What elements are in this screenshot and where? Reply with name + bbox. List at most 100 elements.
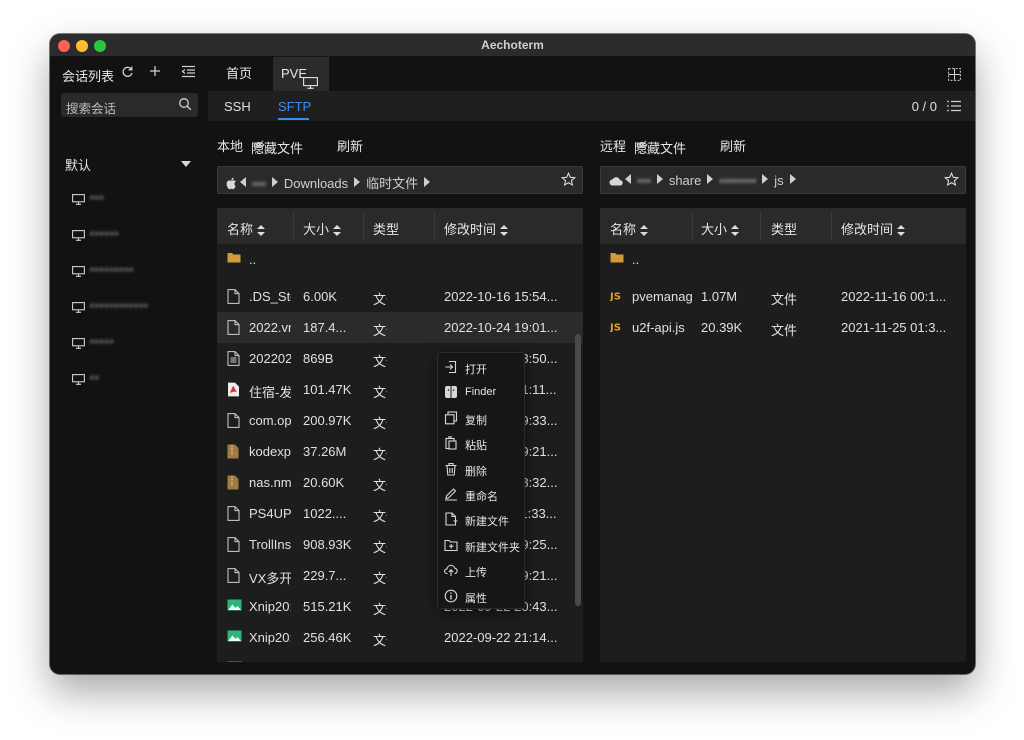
minimize-window-button[interactable] <box>76 40 88 52</box>
session-item[interactable]: ▪▪ <box>50 365 208 395</box>
column-modified-header[interactable]: 修改时间 <box>841 219 906 238</box>
session-item[interactable]: ▪▪▪▪▪▪▪▪▪▪▪▪ <box>50 293 208 323</box>
session-item[interactable]: ▪▪▪ <box>50 185 208 215</box>
context-menu-item[interactable]: 复制 <box>438 406 524 431</box>
trash-icon <box>444 462 458 479</box>
column-modified-header[interactable]: 修改时间 <box>444 219 509 238</box>
bookmark-star-icon[interactable] <box>943 171 960 190</box>
file-row[interactable]: .DS_Store 6.00K 文件 2022-10-16 15:54... <box>217 281 583 312</box>
cell-name: Xnip20: <box>249 599 291 614</box>
remote-path-bar[interactable]: ▪▪▪ share ▪▪▪▪▪▪▪▪ js <box>600 166 966 194</box>
local-table-header: 名称 大小 类型 修改时间 <box>217 208 583 244</box>
path-segment[interactable]: share <box>669 173 702 188</box>
tab-sftp[interactable]: SFTP <box>278 99 311 114</box>
tab-ssh[interactable]: SSH <box>224 99 251 114</box>
blurred-path-segment[interactable]: ▪▪▪ <box>252 176 266 191</box>
cell-size: 101.47K <box>303 382 352 397</box>
text-file-icon <box>227 351 240 369</box>
cell-type: 文件 <box>373 354 387 369</box>
context-menu-item[interactable]: 打开 <box>438 355 524 380</box>
sort-icon <box>731 225 740 237</box>
path-segment[interactable]: Downloads <box>284 176 348 191</box>
column-name-header[interactable]: 名称 <box>227 219 266 238</box>
column-type-header[interactable]: 类型 <box>771 219 797 238</box>
cell-size: 229.7... <box>303 568 347 583</box>
file-row[interactable]: Xnip20: 256.46K 文件 2022-09-22 21:14... <box>217 622 583 653</box>
column-type-header[interactable]: 类型 <box>373 219 399 238</box>
context-menu-item[interactable]: 属性 <box>438 584 524 609</box>
file-row[interactable]: kodexpl37.26M文件2022-09-26 19:21... <box>217 436 583 467</box>
context-menu-item[interactable]: Finder <box>438 380 524 405</box>
cell-name: 2022.vr <box>249 320 291 335</box>
context-menu-item[interactable]: 上传 <box>438 558 524 583</box>
local-path-bar[interactable]: ▪▪▪ Downloads 临时文件 <box>217 166 583 194</box>
file-row[interactable]: PS4UPI1022....文件2022-09-25 11:33... <box>217 498 583 529</box>
folder-icon <box>227 252 241 266</box>
refresh-sessions-icon[interactable] <box>121 65 134 81</box>
file-row[interactable]: 202202869B文件2022-09-22 18:50... <box>217 343 583 374</box>
tab-home[interactable]: 首页 <box>218 57 260 91</box>
collapse-sidebar-icon[interactable] <box>181 65 196 81</box>
context-menu-label: 上传 <box>465 567 487 580</box>
file-row[interactable]: VX多开229.7...文件2022-09-22 19:21... <box>217 560 583 591</box>
context-menu-item[interactable]: 删除 <box>438 457 524 482</box>
path-segment[interactable]: js <box>774 173 783 188</box>
close-window-button[interactable] <box>58 40 70 52</box>
tab-pve[interactable]: PVE <box>273 57 329 91</box>
bookmark-star-icon[interactable] <box>560 171 577 190</box>
session-group-default[interactable]: 默认 <box>50 152 208 176</box>
search-icon[interactable] <box>178 97 192 114</box>
open-icon <box>444 360 458 377</box>
parent-directory-row[interactable]: .. <box>217 244 583 275</box>
file-row[interactable]: JS u2f-api.js 20.39K 文件 2021-11-25 01:3... <box>600 312 966 343</box>
column-size-header[interactable]: 大小 <box>701 219 740 238</box>
sort-icon <box>500 225 509 237</box>
cell-time: 2022-09-25 21:00... <box>444 661 569 662</box>
file-row[interactable]: nas.nm20.60K文件2022-09-26 18:32... <box>217 467 583 498</box>
transfer-list-icon[interactable] <box>947 100 961 115</box>
session-item[interactable]: ▪▪▪▪▪▪ <box>50 221 208 251</box>
context-menu-label: 新建文件 <box>465 516 509 529</box>
file-row[interactable]: Xnip20: 79.90K 文件 2022-09-25 21:00... <box>217 653 583 662</box>
context-menu-item[interactable]: 粘贴 <box>438 431 524 456</box>
cell-type: 文件 <box>771 323 798 338</box>
file-row[interactable]: Xnip20:515.21K文件2022-09-22 20:43... <box>217 591 583 622</box>
file-icon <box>227 506 240 524</box>
layout-grid-icon[interactable] <box>948 68 961 84</box>
paste-icon <box>444 436 458 453</box>
svg-text:JS: JS <box>610 323 621 333</box>
context-menu-label: 属性 <box>465 592 487 605</box>
context-menu-item[interactable]: 重命名 <box>438 482 524 507</box>
session-item[interactable]: ▪▪▪▪▪ <box>50 329 208 359</box>
path-segment[interactable]: 临时文件 <box>366 176 418 191</box>
local-refresh-button[interactable]: 刷新 <box>337 136 363 155</box>
session-name: ▪▪▪▪▪▪ <box>90 228 120 240</box>
cell-type: 文件 <box>373 416 387 431</box>
add-session-icon[interactable] <box>149 65 161 80</box>
chevron-down-icon[interactable] <box>181 161 191 167</box>
context-menu-item[interactable]: 新建文件夹 <box>438 533 524 558</box>
search-input[interactable]: 搜索会话 <box>66 98 116 117</box>
session-search-box[interactable]: 搜索会话 <box>61 93 198 117</box>
parent-directory-row[interactable]: .. <box>600 244 966 275</box>
cell-type: 文件 <box>373 447 387 462</box>
file-row[interactable]: 2022.vr 187.4... 文件 2022-10-24 19:01... <box>217 312 583 343</box>
eye-off-icon <box>636 138 648 153</box>
local-toolbar: 本地 隐藏文件 刷新 <box>217 134 577 156</box>
context-menu-item[interactable]: 新建文件 <box>438 507 524 532</box>
sort-icon <box>333 225 342 237</box>
local-scrollbar[interactable] <box>575 334 581 606</box>
blurred-path-segment[interactable]: ▪▪▪▪▪▪▪▪ <box>719 173 756 188</box>
file-row[interactable]: JS pvemanag 1.07M 文件 2022-11-16 00:1... <box>600 281 966 312</box>
cell-name: PS4UPI <box>249 506 291 521</box>
file-row[interactable]: 住宿-发101.47K文件2022-09-22 21:11... <box>217 374 583 405</box>
cell-size: 6.00K <box>303 289 337 304</box>
maximize-window-button[interactable] <box>94 40 106 52</box>
file-row[interactable]: TrollInst908.93K文件2022-09-22 19:25... <box>217 529 583 560</box>
column-size-header[interactable]: 大小 <box>303 219 342 238</box>
session-item[interactable]: ▪▪▪▪▪▪▪▪▪ <box>50 257 208 287</box>
blurred-path-segment[interactable]: ▪▪▪ <box>637 173 651 188</box>
column-name-header[interactable]: 名称 <box>610 219 649 238</box>
remote-refresh-button[interactable]: 刷新 <box>720 136 746 155</box>
file-row[interactable]: com.op200.97K文件2022-09-22 19:33... <box>217 405 583 436</box>
